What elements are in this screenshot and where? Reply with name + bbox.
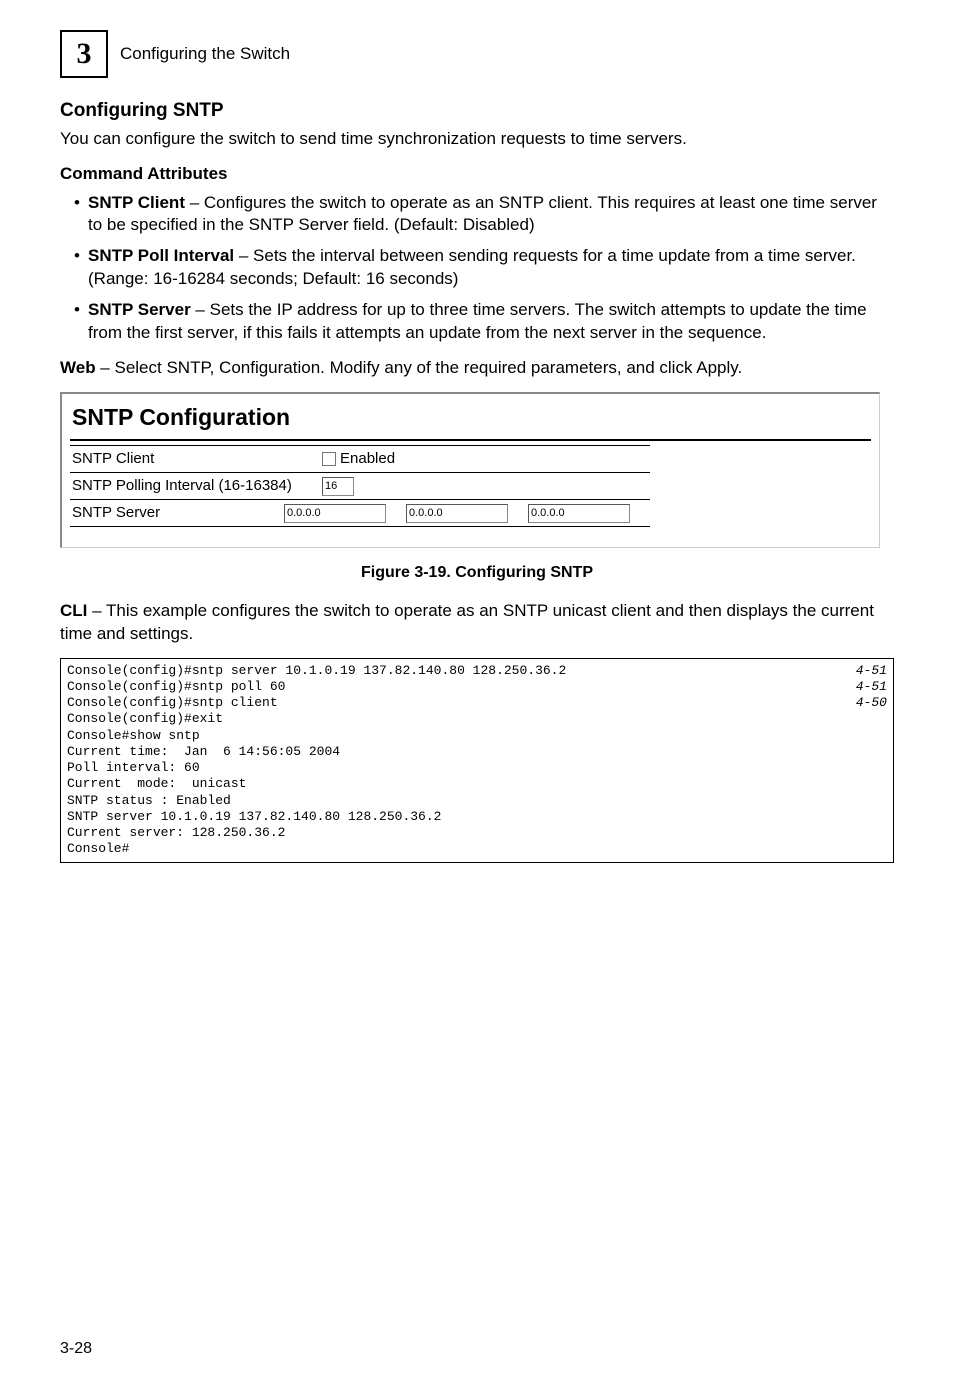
cli-line: Console#show sntp: [67, 728, 887, 744]
cli-line: SNTP server 10.1.0.19 137.82.140.80 128.…: [67, 809, 887, 825]
cli-text: – This example configures the switch to …: [60, 601, 874, 643]
sntp-polling-interval-row: SNTP Polling Interval (16-16384): [70, 473, 650, 500]
sntp-client-row: SNTP Client Enabled: [70, 446, 650, 473]
cli-ref: [871, 776, 887, 792]
cli-line: Current mode: unicast: [67, 776, 887, 792]
sntp-server-label: SNTP Server: [70, 503, 284, 523]
cli-intro: CLI – This example configures the switch…: [60, 600, 894, 646]
cli-text: Current server: 128.250.36.2: [67, 825, 285, 841]
command-attributes-list: SNTP Client – Configures the switch to o…: [60, 192, 894, 346]
cli-ref: [871, 711, 887, 727]
cli-output-box: Console(config)#sntp server 10.1.0.19 13…: [60, 658, 894, 863]
cli-ref: 4-51: [840, 679, 887, 695]
cli-label: CLI: [60, 601, 87, 620]
cli-ref: 4-51: [840, 663, 887, 679]
web-label: Web: [60, 358, 96, 377]
chapter-number: 3: [77, 34, 92, 75]
bullet-desc: – Configures the switch to operate as an…: [88, 193, 877, 235]
panel-title: SNTP Configuration: [72, 402, 871, 433]
cli-line: SNTP status : Enabled: [67, 793, 887, 809]
cli-ref: [871, 841, 887, 857]
sntp-polling-interval-label: SNTP Polling Interval (16-16384): [70, 476, 322, 496]
sntp-polling-interval-input[interactable]: [322, 477, 354, 496]
checkbox-label: Enabled: [340, 449, 395, 469]
cli-ref: [871, 809, 887, 825]
cli-ref: [871, 744, 887, 760]
bullet-sntp-poll-interval: SNTP Poll Interval – Sets the interval b…: [74, 245, 894, 291]
cli-text: Current time: Jan 6 14:56:05 2004: [67, 744, 340, 760]
figure-caption: Figure 3-19. Configuring SNTP: [60, 562, 894, 584]
chapter-number-box: 3: [60, 30, 108, 78]
checkbox-icon[interactable]: [322, 452, 336, 466]
cli-text: Current mode: unicast: [67, 776, 246, 792]
sntp-server-input-1[interactable]: [284, 504, 386, 523]
cli-line: Console(config)#sntp poll 60 4-51: [67, 679, 887, 695]
cli-text: Poll interval: 60: [67, 760, 200, 776]
cli-line: Poll interval: 60: [67, 760, 887, 776]
cli-ref: [871, 760, 887, 776]
cli-text: SNTP status : Enabled: [67, 793, 231, 809]
bullet-desc: – Sets the IP address for up to three ti…: [88, 300, 867, 342]
bullet-term: SNTP Poll Interval: [88, 246, 234, 265]
section-title: Configuring SNTP: [60, 98, 894, 124]
cli-line: Console(config)#exit: [67, 711, 887, 727]
bullet-term: SNTP Client: [88, 193, 185, 212]
sntp-client-label: SNTP Client: [70, 449, 322, 469]
cli-text: Console(config)#sntp server 10.1.0.19 13…: [67, 663, 566, 679]
web-instruction: Web – Select SNTP, Configuration. Modify…: [60, 357, 894, 380]
web-text: – Select SNTP, Configuration. Modify any…: [96, 358, 743, 377]
page-header: 3 Configuring the Switch: [60, 30, 894, 78]
cli-ref: [871, 728, 887, 744]
cli-line: Current server: 128.250.36.2: [67, 825, 887, 841]
sntp-server-input-2[interactable]: [406, 504, 508, 523]
cli-ref: [871, 825, 887, 841]
cli-line: Console(config)#sntp server 10.1.0.19 13…: [67, 663, 887, 679]
bullet-sntp-server: SNTP Server – Sets the IP address for up…: [74, 299, 894, 345]
cli-text: Console(config)#sntp poll 60: [67, 679, 285, 695]
sntp-server-row: SNTP Server: [70, 500, 650, 527]
cli-text: Console#show sntp: [67, 728, 200, 744]
cli-text: Console(config)#sntp client: [67, 695, 278, 711]
page-number: 3-28: [60, 1338, 92, 1360]
cli-ref: [871, 793, 887, 809]
bullet-sntp-client: SNTP Client – Configures the switch to o…: [74, 192, 894, 238]
cli-text: SNTP server 10.1.0.19 137.82.140.80 128.…: [67, 809, 441, 825]
cli-ref: 4-50: [840, 695, 887, 711]
sntp-server-input-3[interactable]: [528, 504, 630, 523]
cli-text: Console(config)#exit: [67, 711, 223, 727]
cli-line: Console#: [67, 841, 887, 857]
cli-line: Current time: Jan 6 14:56:05 2004: [67, 744, 887, 760]
running-title: Configuring the Switch: [120, 43, 290, 66]
command-attributes-heading: Command Attributes: [60, 163, 894, 186]
cli-line: Console(config)#sntp client 4-50: [67, 695, 887, 711]
section-intro: You can configure the switch to send tim…: [60, 128, 894, 151]
sntp-configuration-panel: SNTP Configuration SNTP Client Enabled S…: [60, 392, 880, 548]
panel-divider: [70, 439, 871, 441]
bullet-term: SNTP Server: [88, 300, 191, 319]
cli-text: Console#: [67, 841, 129, 857]
sntp-client-enabled-control[interactable]: Enabled: [322, 449, 395, 469]
